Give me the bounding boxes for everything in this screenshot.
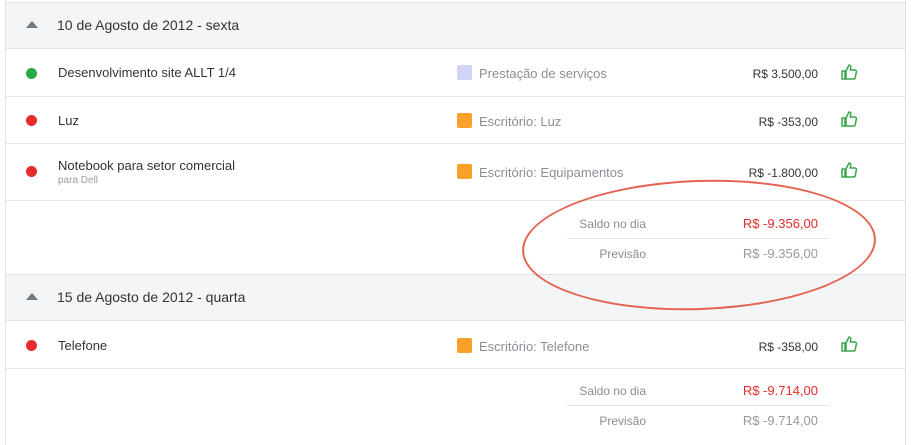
- forecast-value: R$ -9.714,00: [742, 413, 818, 428]
- forecast-label: Previsão: [599, 414, 646, 428]
- status-dot-paid: [26, 68, 37, 79]
- thumbs-up-icon[interactable]: [840, 63, 858, 81]
- category-label: Escritório: Telefone: [479, 339, 590, 354]
- transaction-amount: R$ -358,00: [758, 340, 818, 354]
- transaction-amount: R$ -353,00: [758, 115, 818, 129]
- day-header: 10 de Agosto de 2012 - sexta: [6, 2, 905, 49]
- thumbs-up-icon[interactable]: [840, 110, 858, 128]
- category-label: Escritório: Luz: [479, 114, 562, 129]
- transaction-subtitle: para Dell: [58, 175, 99, 186]
- category-color-swatch: [457, 164, 472, 179]
- thumbs-up-icon[interactable]: [840, 161, 858, 179]
- collapse-caret-icon[interactable]: [26, 21, 38, 28]
- transaction-amount: R$ -1.800,00: [748, 166, 818, 180]
- transaction-row[interactable]: Desenvolvimento site ALLT 1/4 Prestação …: [6, 49, 905, 97]
- balance-value: R$ -9.714,00: [742, 383, 818, 398]
- thumbs-up-icon[interactable]: [840, 335, 858, 353]
- summary-divider: [567, 405, 829, 406]
- status-dot-pending: [26, 166, 37, 177]
- collapse-caret-icon[interactable]: [26, 293, 38, 300]
- status-dot-pending: [26, 340, 37, 351]
- day-title: 15 de Agosto de 2012 - quarta: [57, 289, 246, 305]
- category-label: Escritório: Equipamentos: [479, 165, 624, 180]
- transaction-description[interactable]: Luz: [58, 113, 79, 128]
- category-color-swatch: [457, 338, 472, 353]
- day-summary: Saldo no dia R$ -9.714,00 Previsão R$ -9…: [6, 369, 905, 445]
- status-dot-pending: [26, 115, 37, 126]
- day-title: 10 de Agosto de 2012 - sexta: [57, 17, 240, 33]
- category-color-swatch: [457, 113, 472, 128]
- balance-label: Saldo no dia: [579, 384, 646, 398]
- transaction-row[interactable]: Luz Escritório: Luz R$ -353,00: [6, 97, 905, 144]
- transaction-description[interactable]: Desenvolvimento site ALLT 1/4: [58, 65, 236, 80]
- transaction-row[interactable]: Telefone Escritório: Telefone R$ -358,00: [6, 321, 905, 369]
- category-color-swatch: [457, 65, 472, 80]
- transaction-amount: R$ 3.500,00: [752, 67, 818, 81]
- transaction-description[interactable]: Telefone: [58, 338, 107, 353]
- transaction-description[interactable]: Notebook para setor comercial: [58, 158, 235, 173]
- category-label: Prestação de serviços: [479, 66, 607, 81]
